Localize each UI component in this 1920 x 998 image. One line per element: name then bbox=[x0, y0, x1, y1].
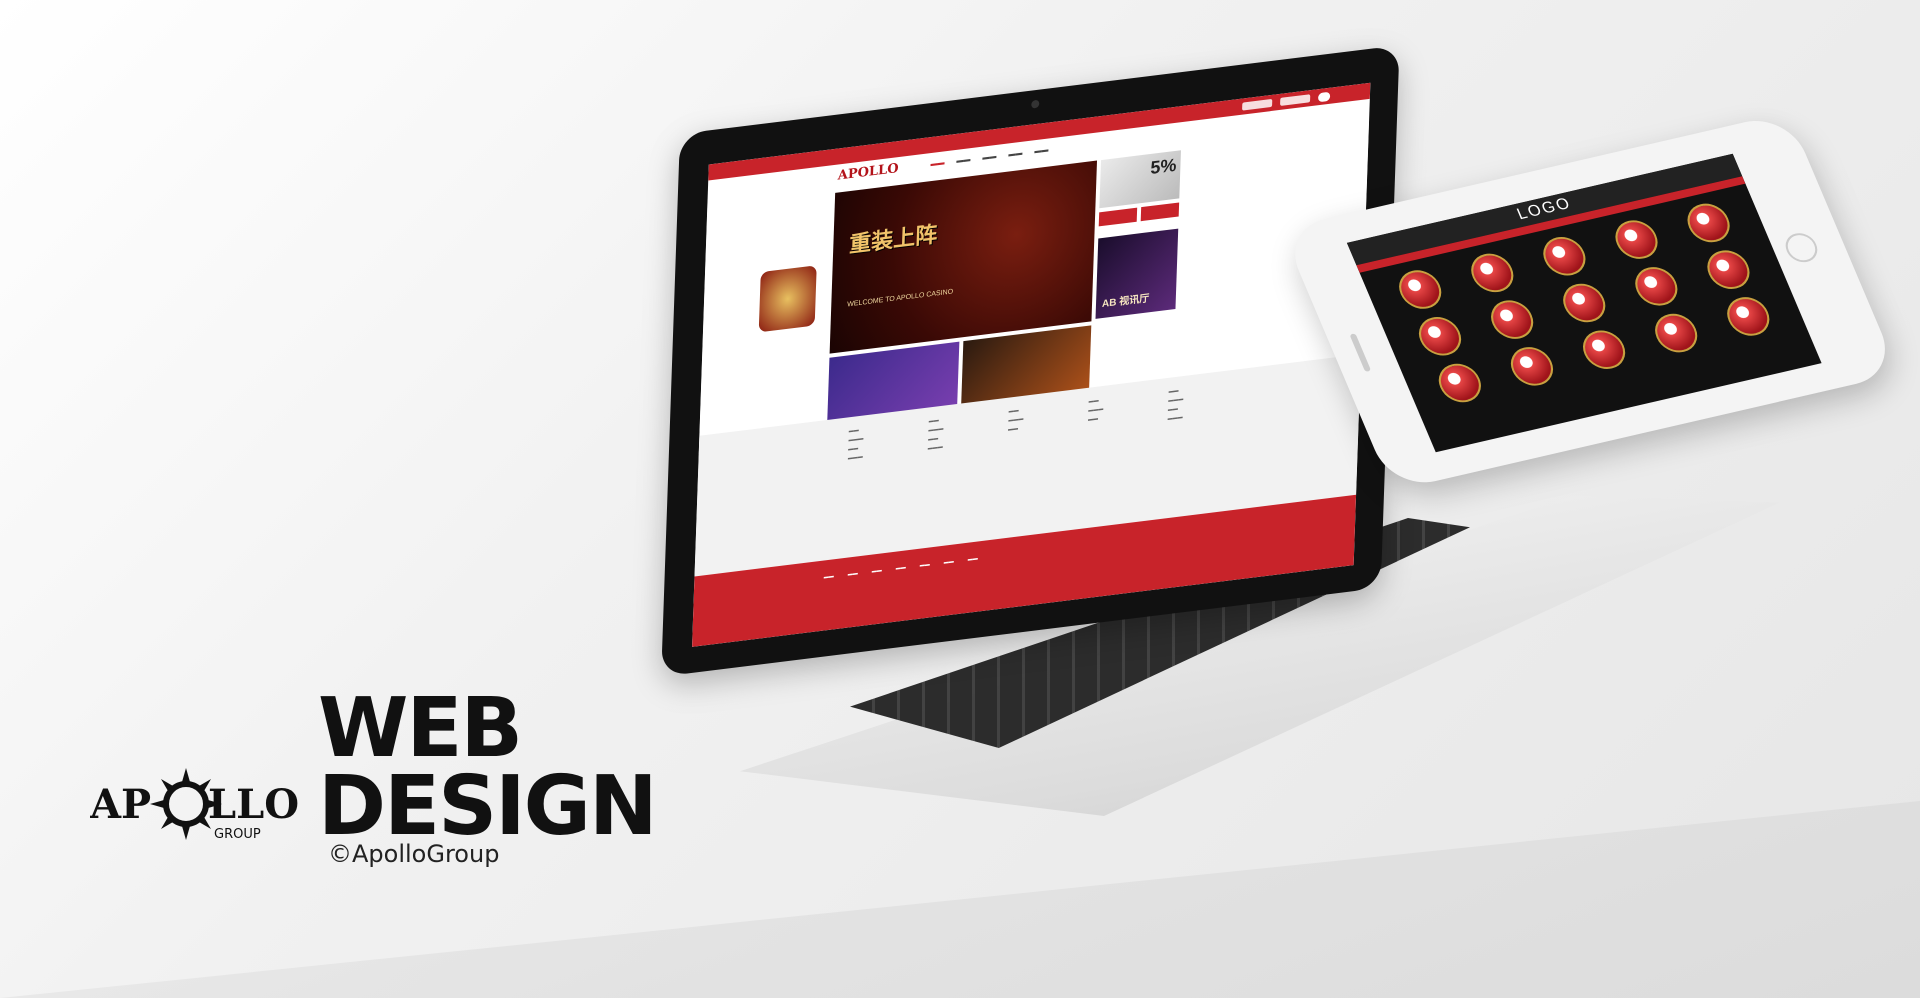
bottom-link[interactable]: ▬▬ bbox=[848, 570, 858, 577]
nav-item[interactable]: ▬▬ bbox=[1034, 146, 1048, 155]
apollo-logo: AP LLO GROUP bbox=[89, 760, 330, 850]
game-icon[interactable] bbox=[1536, 233, 1592, 280]
laptop-lid: APOLLO ▬▬ ▬▬ ▬▬ ▬▬ ▬▬ 重装上阵 WELCOME TO AP… bbox=[654, 45, 1400, 877]
footer-column: ▬▬ ▬▬▬ ▬▬ bbox=[1087, 397, 1104, 423]
game-icon[interactable] bbox=[1576, 326, 1632, 373]
bottom-link[interactable]: ▬▬ bbox=[920, 561, 930, 568]
footer-column: ▬▬ ▬▬▬ ▬▬ ▬▬▬ bbox=[927, 417, 944, 452]
game-icon[interactable] bbox=[1556, 279, 1612, 327]
heading-line2: DESIGN bbox=[318, 759, 658, 854]
camera-icon bbox=[1031, 99, 1040, 109]
game-icon[interactable] bbox=[1392, 266, 1448, 313]
laptop-bezel: APOLLO ▬▬ ▬▬ ▬▬ ▬▬ ▬▬ 重装上阵 WELCOME TO AP… bbox=[661, 45, 1400, 677]
game-icon[interactable] bbox=[1504, 343, 1560, 390]
phone-screen: LOGO bbox=[1346, 153, 1822, 453]
logo-text-right: LLO bbox=[208, 781, 299, 828]
bottom-link[interactable]: ▬▬ bbox=[872, 567, 882, 574]
brand-heading: WEB DESIGN bbox=[318, 681, 658, 854]
game-icon[interactable] bbox=[1464, 249, 1520, 297]
game-icon[interactable] bbox=[1720, 293, 1776, 340]
live-casino-banner[interactable]: AB 视讯厅 bbox=[1095, 228, 1179, 319]
brand-block: AP LLO GROUP WEB DESIGN ©ApolloGroup bbox=[89, 688, 658, 890]
footer-column: ▬▬ ▬▬▬ ▬▬ bbox=[1007, 407, 1024, 433]
live-label: AB 视讯厅 bbox=[1101, 293, 1150, 311]
nav-item[interactable]: ▬▬ bbox=[982, 152, 996, 161]
nav-item[interactable]: ▬▬ bbox=[1008, 149, 1022, 158]
nav-item[interactable]: ▬▬ bbox=[930, 159, 944, 168]
bottom-links: ▬▬ ▬▬ ▬▬ ▬▬ ▬▬ ▬▬ ▬▬ bbox=[824, 556, 978, 581]
game-icon[interactable] bbox=[1628, 263, 1684, 310]
game-icon[interactable] bbox=[1681, 199, 1737, 247]
game-icon[interactable] bbox=[1484, 296, 1540, 343]
home-button-icon bbox=[1780, 230, 1823, 266]
login-field[interactable] bbox=[1280, 94, 1311, 106]
category-tile[interactable] bbox=[1098, 207, 1138, 227]
game-icon[interactable] bbox=[1701, 246, 1756, 293]
banner-title: 重装上阵 bbox=[848, 221, 938, 259]
banner-subtitle: WELCOME TO APOLLO CASINO bbox=[847, 288, 954, 309]
bottom-link[interactable]: ▬▬ bbox=[968, 556, 978, 563]
nav-item[interactable]: ▬▬ bbox=[956, 156, 970, 165]
footer-column: ▬▬ ▬▬▬ ▬▬ ▬▬▬ bbox=[1167, 387, 1184, 423]
heading-line1: WEB bbox=[318, 681, 523, 776]
side-ad-badge[interactable] bbox=[758, 265, 817, 333]
game-icon[interactable] bbox=[1432, 359, 1488, 407]
game-icon[interactable] bbox=[1412, 313, 1468, 360]
login-button[interactable] bbox=[1317, 91, 1331, 102]
bottom-link[interactable]: ▬▬ bbox=[824, 573, 834, 580]
bottom-link[interactable]: ▬▬ bbox=[944, 558, 954, 565]
promo-percent: 5% bbox=[1150, 154, 1177, 179]
hero-banner[interactable]: 重装上阵 WELCOME TO APOLLO CASINO bbox=[829, 160, 1098, 354]
search-field[interactable] bbox=[1242, 98, 1273, 111]
game-icon[interactable] bbox=[1648, 309, 1704, 357]
promo-banner[interactable]: 5% bbox=[1099, 150, 1181, 209]
category-tile[interactable] bbox=[1140, 202, 1180, 222]
footer-column: ▬▬ ▬▬▬ ▬▬ ▬▬▬ bbox=[847, 427, 864, 462]
copyright-text: ©ApolloGroup bbox=[328, 840, 500, 868]
bottom-link[interactable]: ▬▬ bbox=[896, 564, 906, 571]
logo-sub: GROUP bbox=[214, 827, 261, 842]
laptop-screen: APOLLO ▬▬ ▬▬ ▬▬ ▬▬ ▬▬ 重装上阵 WELCOME TO AP… bbox=[692, 82, 1371, 647]
logo-text-left: AP bbox=[90, 781, 151, 828]
phone-speaker bbox=[1349, 333, 1372, 372]
game-icon[interactable] bbox=[1609, 216, 1664, 263]
